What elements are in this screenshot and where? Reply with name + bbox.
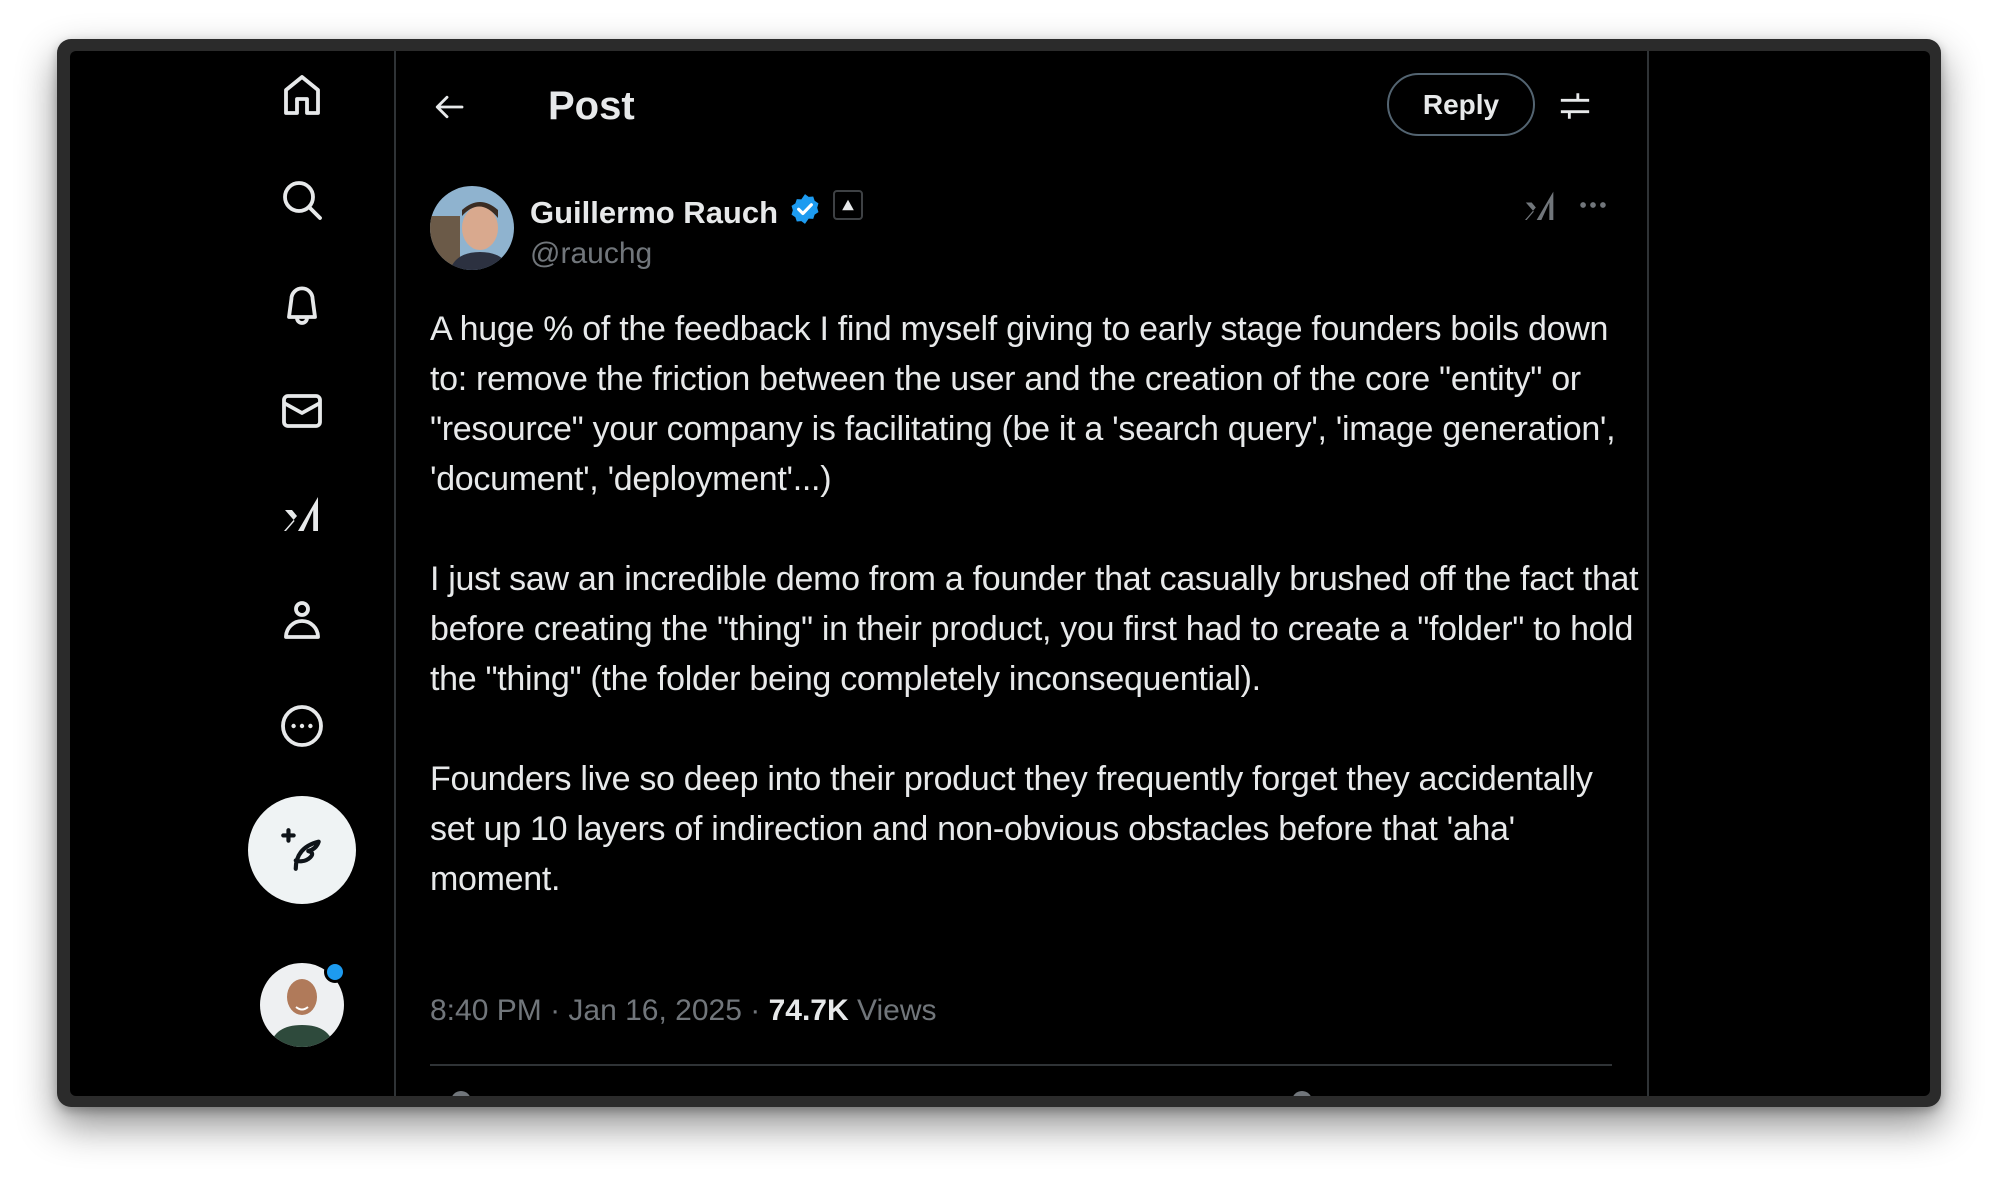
bookmark-action-icon[interactable] <box>1292 1091 1312 1096</box>
person-icon <box>284 601 320 639</box>
home-icon <box>284 75 320 115</box>
sliders-icon <box>1560 93 1590 119</box>
verified-badge-icon <box>791 194 819 224</box>
grok-icon <box>284 497 318 531</box>
more-horizontal-icon <box>1580 202 1606 208</box>
right-column-divider <box>1647 51 1649 1096</box>
post-date[interactable]: Jan 16, 2025 <box>568 994 741 1027</box>
views-count: 74.7K <box>768 994 849 1027</box>
author-handle[interactable]: @rauchg <box>530 234 652 274</box>
app-screen: Post Reply Guillermo Rauch @rauchg A hug… <box>70 51 1930 1096</box>
meta-separator: · <box>750 994 761 1027</box>
sidebar-item-messages[interactable] <box>274 383 330 439</box>
actions-divider <box>430 1064 1612 1066</box>
reply-action-icon[interactable] <box>451 1091 471 1096</box>
sidebar-item-explore[interactable] <box>274 172 330 228</box>
post-text: A huge % of the feedback I find myself g… <box>430 304 1640 954</box>
grok-explain-button[interactable] <box>1520 185 1560 225</box>
sidebar-item-profile[interactable] <box>274 592 330 648</box>
sidebar-item-notifications[interactable] <box>274 277 330 333</box>
post-paragraph: A huge % of the feedback I find myself g… <box>430 310 1616 498</box>
page-title: Post <box>548 84 635 128</box>
views-label: Views <box>857 994 937 1027</box>
arrow-left-icon <box>435 95 464 119</box>
bell-icon <box>287 286 317 325</box>
notification-dot <box>324 961 346 983</box>
post-paragraph: Founders live so deep into their product… <box>430 760 1593 898</box>
post-more-button[interactable] <box>1573 185 1613 225</box>
post-paragraph: I just saw an incredible demo from a fou… <box>430 560 1639 698</box>
post-meta: 8:40 PM · Jan 16, 2025 · 74.7K Views <box>430 991 936 1031</box>
triangle-logo-icon <box>842 199 854 211</box>
author-name[interactable]: Guillermo Rauch <box>530 193 778 233</box>
post-time[interactable]: 8:40 PM <box>430 994 542 1027</box>
feather-plus-icon <box>281 828 321 871</box>
settings-button[interactable] <box>1555 86 1595 126</box>
sidebar-divider <box>394 51 396 1096</box>
meta-separator: · <box>550 994 561 1027</box>
back-button[interactable] <box>430 87 470 127</box>
affiliation-badge[interactable] <box>833 190 863 220</box>
author-avatar-image <box>430 186 514 270</box>
compose-post-button[interactable] <box>248 796 356 904</box>
search-icon <box>283 181 322 220</box>
author-avatar[interactable] <box>430 186 514 270</box>
more-circle-icon <box>281 705 323 747</box>
grok-icon <box>1525 191 1554 220</box>
sidebar-item-grok[interactable] <box>274 485 330 541</box>
mail-icon <box>282 394 322 428</box>
sidebar-item-home[interactable] <box>274 67 330 123</box>
sidebar-item-more[interactable] <box>274 698 330 754</box>
reply-button[interactable]: Reply <box>1387 73 1535 136</box>
